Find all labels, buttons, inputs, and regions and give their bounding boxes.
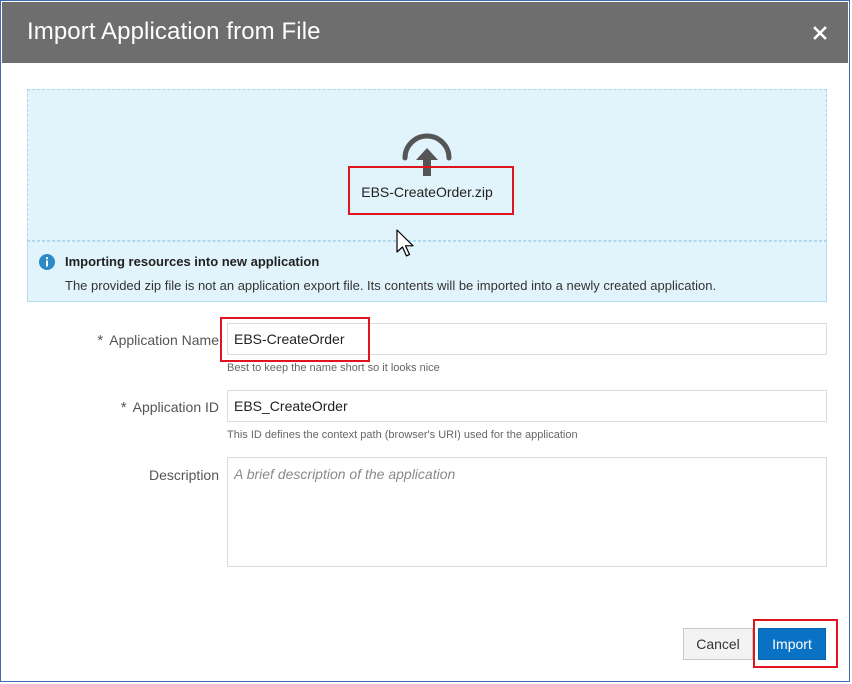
- info-title: Importing resources into new application: [65, 254, 320, 269]
- application-name-input[interactable]: [227, 323, 827, 355]
- required-marker: *: [97, 332, 104, 349]
- dialog-header: Import Application from File: [2, 2, 848, 63]
- dialog-title: Import Application from File: [27, 18, 321, 45]
- info-message: Importing resources into new application…: [27, 241, 827, 302]
- description-label: Description: [148, 467, 219, 483]
- application-name-hint: Best to keep the name short so it looks …: [227, 362, 440, 374]
- import-button[interactable]: Import: [758, 628, 826, 660]
- selected-filename: EBS-CreateOrder.zip: [361, 184, 493, 200]
- application-id-input[interactable]: [227, 390, 827, 422]
- upload-icon: [402, 133, 452, 176]
- import-dialog: Import Application from File EBS-CreateO…: [0, 0, 850, 682]
- required-marker: *: [120, 399, 127, 416]
- application-id-hint: This ID defines the context path (browse…: [227, 429, 578, 441]
- application-name-label: * Application Name: [97, 332, 219, 349]
- file-drop-zone[interactable]: EBS-CreateOrder.zip: [27, 89, 827, 241]
- application-id-label: * Application ID: [120, 399, 219, 416]
- close-button[interactable]: [808, 21, 832, 45]
- info-icon: [39, 254, 55, 270]
- close-icon: [813, 26, 827, 40]
- mouse-cursor-icon: [396, 229, 414, 257]
- cancel-button[interactable]: Cancel: [683, 628, 753, 660]
- info-text: The provided zip file is not an applicat…: [65, 278, 717, 293]
- description-textarea[interactable]: [227, 457, 827, 567]
